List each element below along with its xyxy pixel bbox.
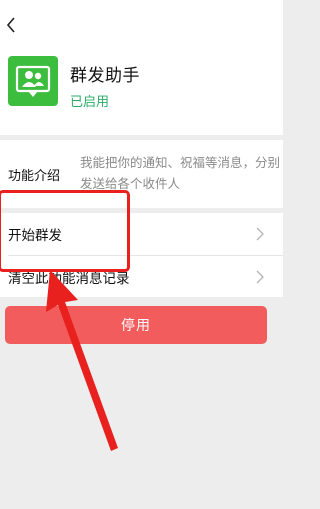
header-card: 群发助手 已启用 — [0, 0, 283, 135]
chevron-right-icon — [256, 270, 264, 284]
chevron-left-icon — [6, 17, 15, 33]
annotation-highlight-box — [0, 190, 130, 272]
intro-description: 我能把你的通知、祝福等消息，分别发送给各个收件人 — [80, 155, 281, 191]
chevron-right-icon — [256, 227, 264, 241]
screen: 群发助手 已启用 功能介绍 我能把你的通知、祝福等消息，分别发送给各个收件人 开… — [0, 0, 283, 509]
status-badge: 已启用 — [70, 95, 110, 110]
intro-label: 功能介绍 — [8, 169, 61, 184]
disable-button[interactable]: 停用 — [5, 306, 267, 344]
app-icon — [8, 56, 58, 106]
back-button[interactable] — [2, 14, 20, 36]
group-users-icon — [15, 65, 51, 97]
app-name: 群发助手 — [70, 66, 140, 86]
